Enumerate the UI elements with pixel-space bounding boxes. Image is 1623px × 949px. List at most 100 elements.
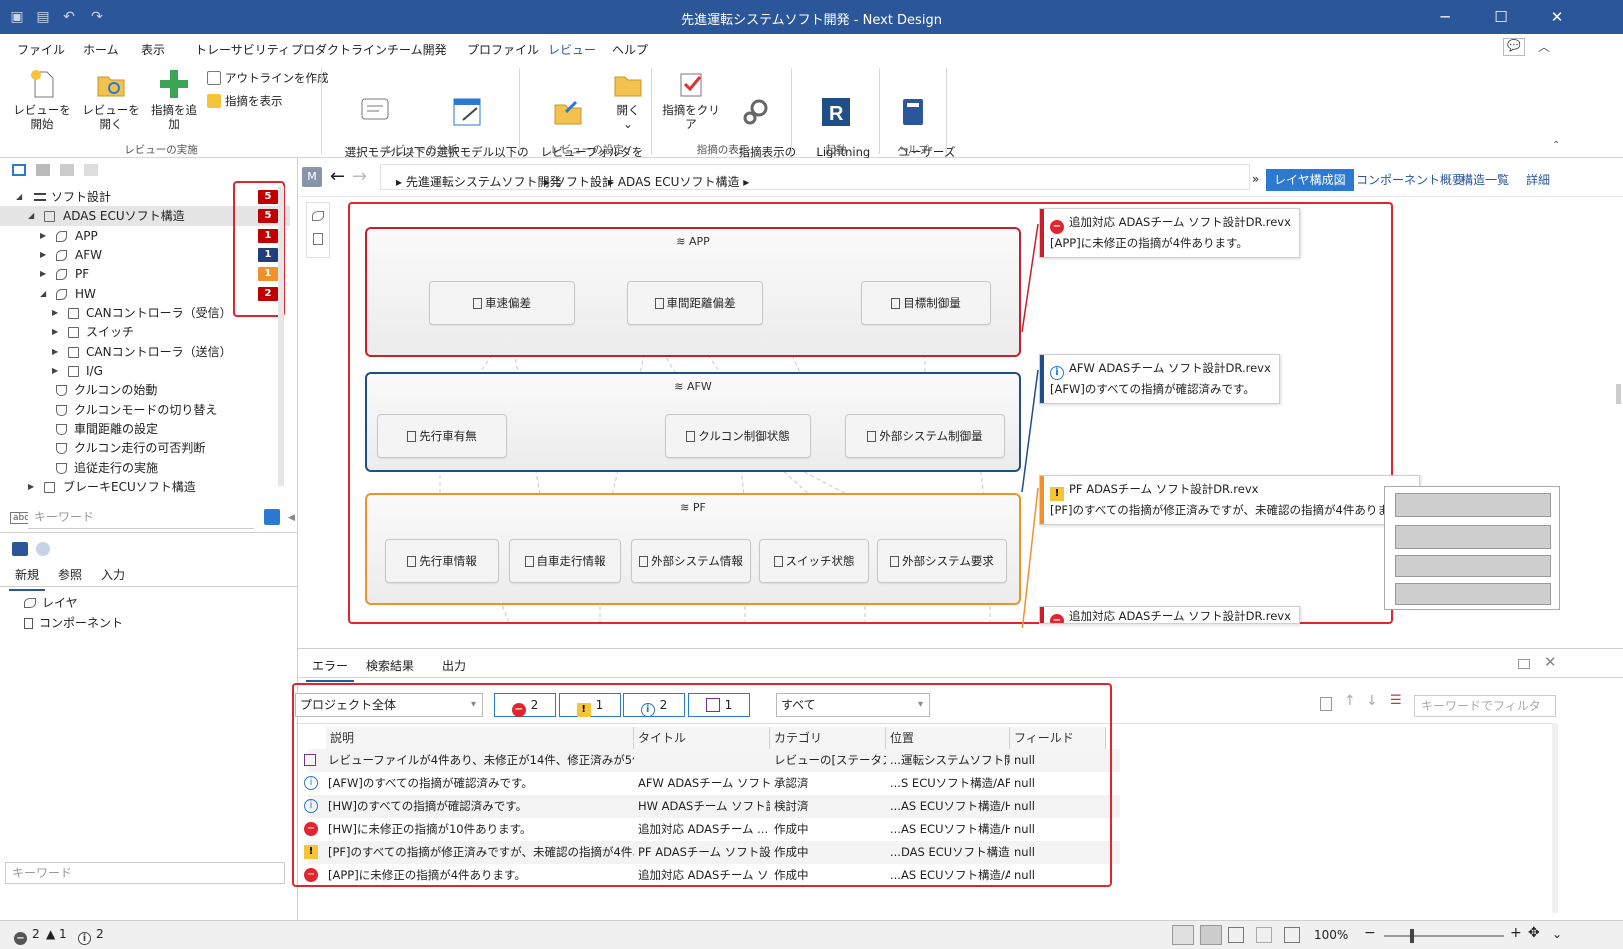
zoom-slider[interactable]	[1384, 935, 1504, 937]
pan-icon[interactable]: ✥	[1528, 925, 1540, 941]
search-options-icon[interactable]	[264, 509, 280, 525]
component-vehicle-speed-deviation[interactable]: 車速偏差	[429, 281, 575, 325]
sync-icon[interactable]	[84, 164, 98, 176]
tree-search-input[interactable]: キーワード	[28, 507, 254, 529]
maximize-button[interactable]: ☐	[1486, 6, 1516, 28]
chevron-up-icon[interactable]: ︿	[1538, 38, 1550, 55]
minimize-button[interactable]: ─	[1430, 6, 1460, 28]
status-warnings[interactable]: ▲ 1	[46, 927, 67, 941]
forward-arrow-icon[interactable]: →	[352, 166, 367, 187]
comment-icon[interactable]: 💬	[1503, 38, 1525, 56]
review-callout-pf[interactable]: ! PF ADASチーム ソフト設計DR.revx [PF]のすべての指摘が修正済…	[1039, 475, 1420, 525]
status-info[interactable]: i2	[78, 927, 104, 945]
tree-scrollbar[interactable]	[278, 186, 284, 486]
profile-icon[interactable]	[36, 542, 50, 556]
menu-team[interactable]: チーム開発	[387, 41, 447, 58]
tree-item-usecase[interactable]: クルコンの始動	[0, 380, 290, 400]
tree-item-usecase[interactable]: クルコン走行の可否判断	[0, 438, 290, 458]
tab-new[interactable]: 新規	[8, 566, 46, 591]
review-callout-app[interactable]: − 追加対応 ADASチーム ソフト設計DR.revx [APP]に未修正の指摘が…	[1039, 208, 1300, 258]
collapse-ribbon-icon[interactable]: ⌃	[1552, 140, 1560, 151]
zoom-in-icon[interactable]: +	[1510, 925, 1522, 941]
tab-input[interactable]: 入力	[101, 566, 125, 583]
layer-icon[interactable]	[312, 211, 324, 221]
layer-pf[interactable]: ≋ PF 先行車情報 自車走行情報 外部システム情報 スイッチ状態 外部システム…	[365, 493, 1021, 605]
back-arrow-icon[interactable]: ←	[330, 166, 345, 187]
export-icon[interactable]	[1320, 697, 1332, 711]
collapse-pane-icon[interactable]: ◀	[288, 513, 295, 523]
tree-item-component[interactable]: ▶ スイッチ	[0, 322, 290, 342]
layout-single-icon[interactable]	[1172, 925, 1194, 945]
component-icon[interactable]	[313, 233, 323, 245]
menu-traceability[interactable]: トレーサビリティ	[195, 41, 290, 58]
component-external-request[interactable]: 外部システム要求	[877, 539, 1007, 583]
layout-split-h-icon[interactable]	[1200, 925, 1222, 945]
component-switch-state[interactable]: スイッチ状態	[759, 539, 869, 583]
minimap[interactable]	[1384, 486, 1560, 610]
tree-item-brake-ecu[interactable]: ▶ ブレーキECUソフト構造	[0, 477, 290, 497]
filter-icon[interactable]	[36, 164, 50, 176]
menu-view[interactable]: 表示	[141, 41, 165, 58]
tree-item-usecase[interactable]: クルコンモードの切り替え	[0, 400, 290, 420]
filter-input[interactable]: キーワードでフィルタ	[1414, 695, 1556, 717]
tab-search-results[interactable]: 検索結果	[366, 657, 414, 674]
side-collapse-handle[interactable]	[1616, 384, 1621, 404]
tree-item-usecase[interactable]: 追従走行の実施	[0, 458, 290, 478]
list-scrollbar[interactable]	[1552, 723, 1558, 913]
component-distance-deviation[interactable]: 車間距離偏差	[627, 281, 763, 325]
menu-productline[interactable]: プロダクトライン	[291, 41, 387, 58]
zoom-slider-thumb[interactable]	[1410, 929, 1414, 943]
breadcrumb-item[interactable]: ▸ ADAS ECUソフト構造 ▸	[608, 173, 749, 190]
open-review-button[interactable]: レビューを開く	[80, 68, 142, 131]
breadcrumb-item[interactable]: ▸ 先進運転システムソフト開発	[396, 173, 562, 190]
review-callout-afw[interactable]: i AFW ADASチーム ソフト設計DR.revx [AFW]のすべての指摘が確…	[1039, 354, 1280, 404]
component-cruise-state[interactable]: クルコン制御状態	[665, 414, 811, 458]
status-errors[interactable]: −2	[14, 927, 40, 945]
start-review-button[interactable]: レビューを開始	[8, 68, 76, 131]
tree-item-component[interactable]: ▶ CANコントローラ（送信）	[0, 342, 290, 362]
clear-list-icon[interactable]: ☰	[1390, 693, 1402, 708]
layer-afw[interactable]: ≋ AFW 先行車有無 クルコン制御状態 外部システム制御量	[365, 372, 1021, 472]
arrow-down-icon[interactable]: ↓	[1366, 693, 1378, 709]
menu-help[interactable]: ヘルプ	[612, 41, 648, 58]
component-external-control[interactable]: 外部システム制御量	[845, 414, 1005, 458]
add-comment-button[interactable]: 指摘を追加	[146, 68, 202, 131]
component-preceding-vehicle[interactable]: 先行車有無	[377, 414, 507, 458]
arrow-up-icon[interactable]: ↑	[1344, 693, 1356, 709]
component-external-info[interactable]: 外部システム情報	[631, 539, 751, 583]
component-self-driving-info[interactable]: 自車走行情報	[509, 539, 621, 583]
breadcrumb-item[interactable]: ▸ ソフト設計	[544, 173, 614, 190]
tree-item-component[interactable]: ▶ I/G	[0, 361, 290, 381]
menu-review[interactable]: レビュー	[543, 41, 601, 66]
copy-icon[interactable]	[60, 164, 74, 176]
toolbox-search-input[interactable]: キーワード	[5, 862, 285, 884]
menu-home[interactable]: ホーム	[83, 41, 119, 58]
tab-reference[interactable]: 参照	[58, 566, 82, 583]
tab-output[interactable]: 出力	[442, 657, 466, 674]
more-views-icon[interactable]: »	[1252, 172, 1259, 186]
restore-pane-icon[interactable]	[1518, 659, 1530, 669]
tab-layer-diagram[interactable]: レイヤ構成図	[1266, 169, 1354, 191]
fit-view-icon[interactable]	[1284, 927, 1300, 943]
review-callout-hw[interactable]: − 追加対応 ADASチーム ソフト設計DR.revx	[1039, 606, 1300, 624]
layer-app[interactable]: ≋ APP 車速偏差 車間距離偏差 目標制御量	[365, 227, 1021, 357]
component-preceding-info[interactable]: 先行車情報	[385, 539, 499, 583]
clear-comments-button[interactable]: 指摘をクリア	[660, 68, 722, 131]
create-outline-button[interactable]: アウトラインを作成	[207, 70, 329, 86]
toolbox-item-component[interactable]: コンポーネント	[24, 614, 123, 631]
close-button[interactable]: ✕	[1542, 6, 1572, 28]
sync-view-icon[interactable]	[1256, 927, 1272, 943]
zoom-out-icon[interactable]: −	[1364, 925, 1376, 941]
tab-structure-list[interactable]: 構造一覧	[1453, 169, 1517, 191]
open-folder-button[interactable]: 開く ⌄	[612, 68, 644, 131]
component-target-control[interactable]: 目標制御量	[861, 281, 991, 325]
menu-profile[interactable]: プロファイル	[467, 41, 539, 58]
menu-file[interactable]: ファイル	[17, 41, 65, 58]
toolbox-icon[interactable]	[12, 542, 28, 556]
close-pane-icon[interactable]: ✕	[1544, 653, 1557, 671]
layout-split-v-icon[interactable]	[1228, 927, 1244, 943]
chevron-down-icon[interactable]: ⌄	[1552, 927, 1562, 941]
tree-item-usecase[interactable]: 車間距離の設定	[0, 419, 290, 439]
tab-errors[interactable]: エラー	[305, 657, 355, 682]
show-comments-button[interactable]: 指摘を表示	[207, 93, 283, 109]
